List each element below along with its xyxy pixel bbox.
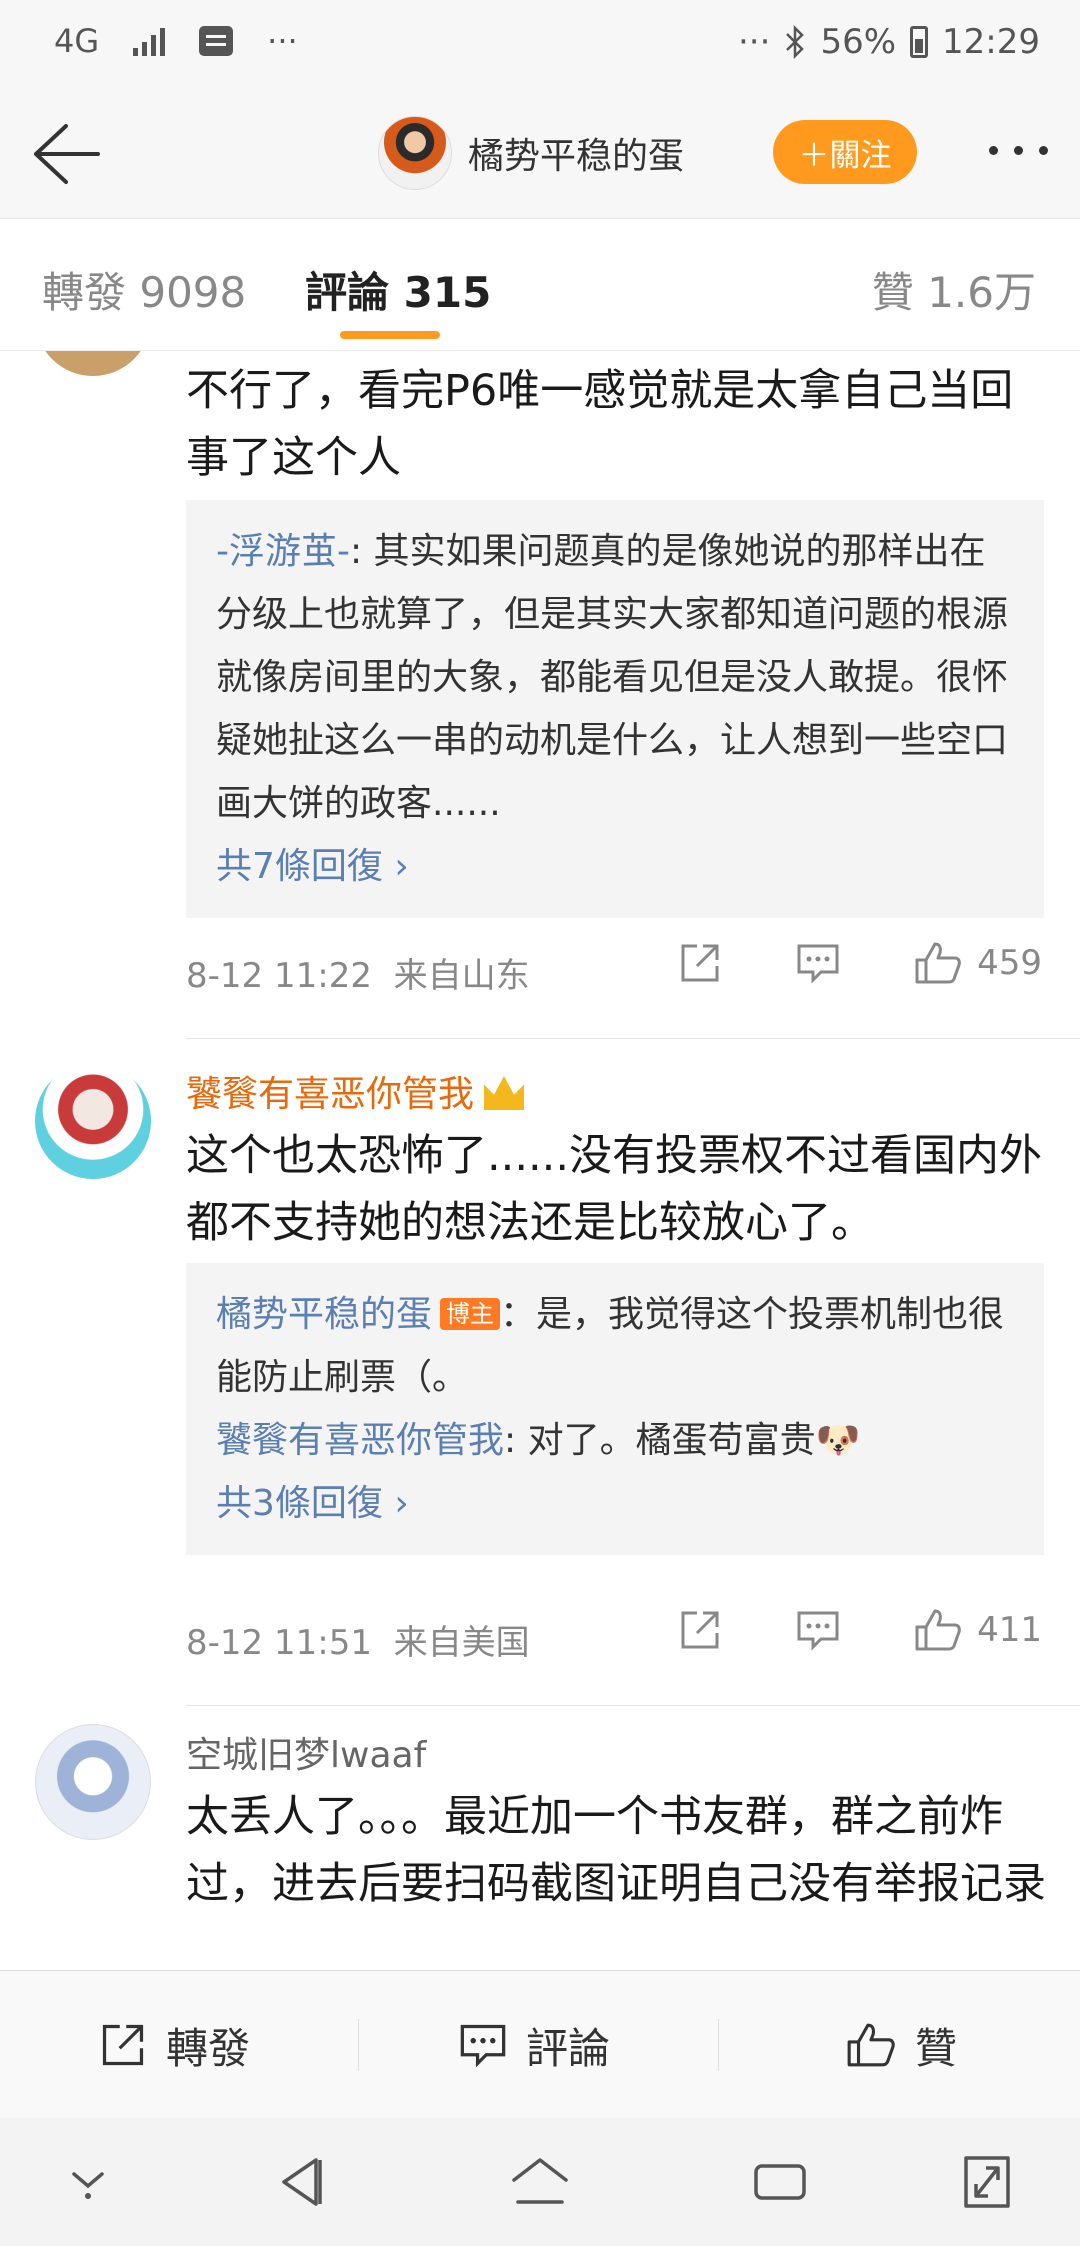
bottom-action-bar: 轉發 評論 贊 (0, 1970, 1080, 2119)
thumbs-up-icon (847, 2023, 895, 2067)
comment-label: 評論 (526, 2023, 611, 2073)
like-button[interactable]: 贊 (845, 1971, 957, 2119)
share-button[interactable] (677, 940, 723, 986)
reply-line: 饕餮有喜恶你管我: 对了。橘蛋苟富贵🐶 (216, 1409, 1012, 1472)
back-button[interactable] (26, 118, 106, 188)
like-count: 459 (977, 943, 1042, 983)
status-bar: 4G ··· ··· 56% 12:29 (0, 0, 1080, 88)
more-replies-link[interactable]: 共7條回復 › (216, 835, 1012, 898)
status-more-dots-right: ··· (738, 22, 771, 62)
like-button[interactable]: 411 (913, 1607, 1042, 1653)
profile-header[interactable]: 橘势平稳的蛋 (378, 116, 684, 190)
battery-icon (910, 26, 929, 58)
top-nav-bar: 橘势平稳的蛋 ＋關注 (0, 88, 1080, 219)
comment-actions: 459 (677, 940, 1042, 986)
reply-author[interactable]: 饕餮有喜恶你管我 (216, 1420, 504, 1461)
divider (718, 2019, 719, 2071)
tab-reposts[interactable]: 轉發 9098 (42, 259, 246, 320)
more-options-button[interactable] (989, 146, 1048, 155)
reply-button[interactable] (795, 940, 841, 986)
share-icon (681, 944, 719, 982)
comment-author[interactable]: 饕餮有喜恶你管我 (186, 1065, 525, 1117)
page-title: 橘势平稳的蛋 (468, 136, 685, 177)
reply-button[interactable] (795, 1607, 841, 1653)
comment-actions: 411 (677, 1607, 1042, 1653)
reply-line: -浮游茧-: 其实如果问题真的是像她说的那样出在分级上也就算了，但是其实大家都知… (216, 520, 1012, 835)
like-label: 贊 (915, 2023, 958, 2073)
avatar[interactable] (35, 350, 151, 376)
expand-icon[interactable] (960, 2152, 1014, 2212)
like-count: 411 (977, 1610, 1042, 1650)
share-icon (681, 1611, 719, 1649)
repost-button[interactable]: 轉發 (98, 1971, 250, 2119)
comment-icon (797, 944, 839, 984)
share-button[interactable] (677, 1607, 723, 1653)
share-icon (102, 2024, 144, 2066)
bluetooth-icon (784, 25, 806, 59)
avatar[interactable] (378, 116, 452, 190)
reply-author[interactable]: -浮游茧- (216, 531, 350, 572)
comment-time: 8-12 11:22 (186, 956, 372, 996)
back-arrow-icon (34, 124, 100, 184)
thumbs-up-icon (915, 1609, 961, 1651)
repost-label: 轉發 (166, 2023, 251, 2073)
tab-bar: 轉發 9098 評論 315 贊 1.6万 (0, 219, 1080, 351)
tab-comments[interactable]: 評論 315 (305, 259, 491, 320)
follow-button[interactable]: ＋關注 (773, 120, 917, 184)
status-more-dots: ··· (267, 22, 298, 60)
comment-meta: 8-12 11:22 来自山东 (186, 948, 530, 997)
recent-apps-icon[interactable] (750, 2152, 810, 2212)
hide-keyboard-icon[interactable] (66, 2152, 110, 2212)
comment-button[interactable]: 評論 (458, 1971, 610, 2119)
comment-icon (797, 1611, 839, 1651)
comment-text: 不行了，看完P6唯一感觉就是太拿自己当回事了这个人 (186, 366, 1014, 483)
comment-text: 太丢人了。。。最近加一个书友群，群之前炸过，进去后要扫码截图证明自己没有举报记录 (186, 1792, 1046, 1909)
avatar[interactable] (35, 1724, 151, 1840)
thumbs-up-icon (915, 942, 961, 984)
like-button[interactable]: 459 (913, 940, 1042, 986)
comment-source: 来自山东 (393, 956, 530, 996)
avatar[interactable] (35, 1063, 151, 1179)
comment-meta: 8-12 11:51 来自美国 (186, 1615, 530, 1664)
comment-text: 这个也太恐怖了......没有投票权不过看国内外都不支持她的想法还是比较放心了。 (186, 1131, 1043, 1248)
system-nav-bar (0, 2118, 1080, 2246)
battery-percent: 56% (820, 22, 897, 62)
back-nav-icon[interactable] (276, 2152, 326, 2212)
comment-icon (460, 2024, 506, 2068)
divider (186, 1038, 1080, 1039)
reply-preview[interactable]: -浮游茧-: 其实如果问题真的是像她说的那样出在分级上也就算了，但是其实大家都知… (186, 500, 1044, 918)
comment-time: 8-12 11:51 (186, 1623, 372, 1663)
reply-line: 橘势平稳的蛋 博主 ：是，我觉得这个投票机制也很能防止刷票（。 (216, 1283, 1012, 1409)
divider (358, 2019, 359, 2071)
reply-text: : 对了。橘蛋苟富贵🐶 (504, 1420, 861, 1461)
comment-author[interactable]: 空城旧梦lwaaf (186, 1726, 426, 1778)
network-indicator: 4G (54, 22, 100, 60)
reply-text: : 其实如果问题真的是像她说的那样出在分级上也就算了，但是其实大家都知道问题的根… (216, 531, 1009, 824)
clock: 12:29 (942, 22, 1040, 62)
message-notification-icon (199, 26, 234, 56)
reply-author[interactable]: 橘势平稳的蛋 (216, 1294, 432, 1335)
home-icon[interactable] (508, 2152, 572, 2212)
tab-likes[interactable]: 贊 1.6万 (872, 259, 1036, 320)
signal-icon (133, 26, 166, 56)
reply-preview[interactable]: 橘势平稳的蛋 博主 ：是，我觉得这个投票机制也很能防止刷票（。 饕餮有喜恶你管我: … (186, 1263, 1044, 1555)
active-tab-indicator (340, 331, 440, 339)
comment-source: 来自美国 (393, 1623, 530, 1663)
more-replies-link[interactable]: 共3條回復 › (216, 1472, 1012, 1535)
vip-crown-icon (484, 1076, 525, 1110)
author-badge: 博主 (440, 1298, 501, 1330)
comment-list[interactable]: 不行了，看完P6唯一感觉就是太拿自己当回事了这个人 -浮游茧-: 其实如果问题真… (0, 350, 1080, 1970)
divider (186, 1705, 1080, 1706)
